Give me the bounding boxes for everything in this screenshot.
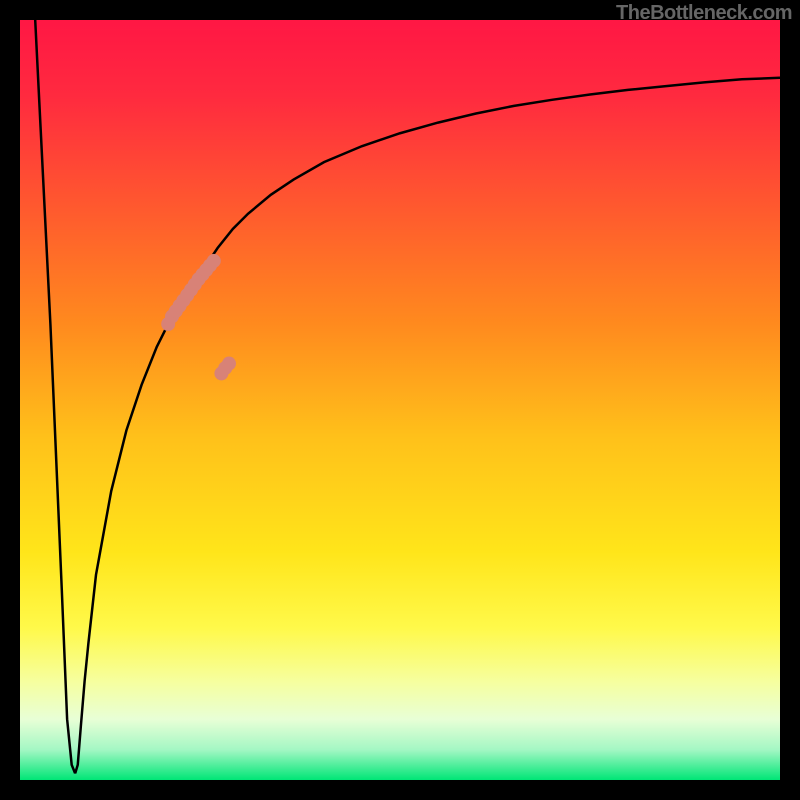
marker-dot	[207, 254, 221, 268]
plot-area	[20, 20, 780, 780]
marker-dot	[222, 357, 236, 371]
brand-text: TheBottleneck.com	[616, 2, 792, 25]
chart-svg	[20, 20, 780, 780]
